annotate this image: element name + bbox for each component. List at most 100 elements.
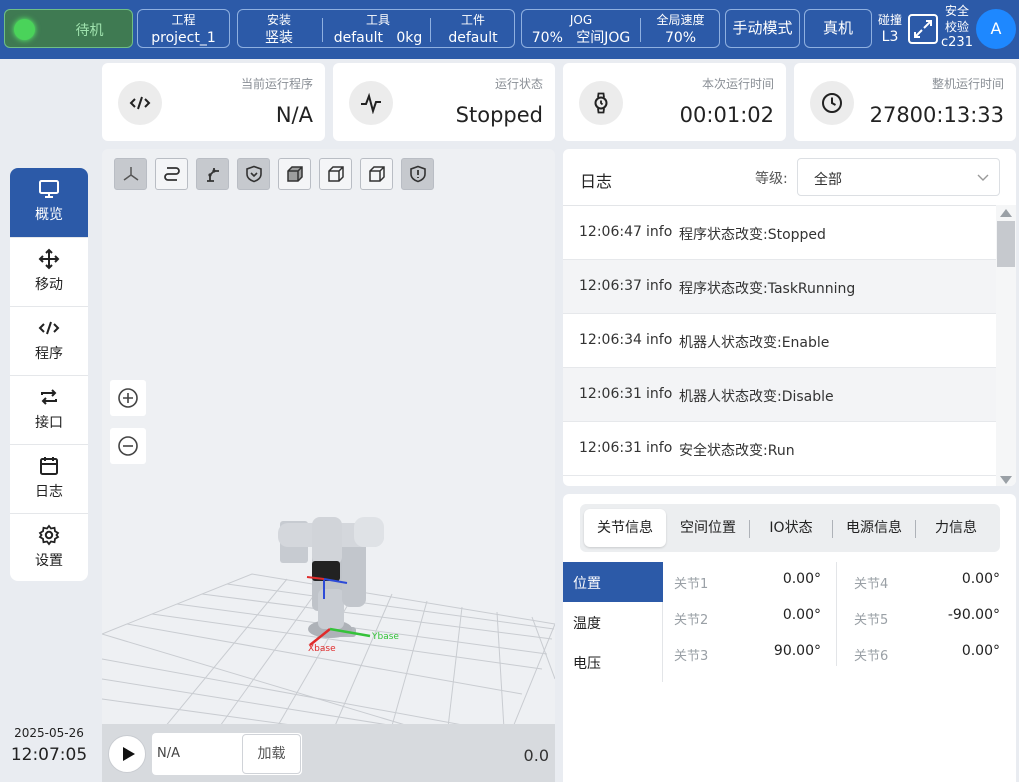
- sidebar-item-program[interactable]: 程序: [10, 306, 88, 375]
- tab-joint-info[interactable]: 关节信息: [584, 509, 666, 547]
- run-state-card: 运行状态 Stopped: [333, 63, 555, 141]
- code-icon: [118, 81, 162, 125]
- log-row[interactable]: 12:06:37 info 程序状态改变:TaskRunning: [563, 260, 996, 314]
- sidebar-nav: 概览 移动 程序 接口 日志 设置: [10, 168, 88, 581]
- log-message: 机器人状态改变:Enable: [679, 335, 830, 351]
- log-time: 12:06:31: [579, 440, 642, 456]
- joint-value: 0.00°: [782, 571, 821, 587]
- log-level-label: 等级:: [755, 171, 788, 187]
- install-label: 安装: [266, 13, 291, 27]
- tab-space-position[interactable]: 空间位置: [668, 509, 748, 547]
- card-label: 本次运行时间: [701, 77, 774, 91]
- robot-3d-viewport[interactable]: Xbase Ybase N/A 加载 0.0: [102, 149, 555, 782]
- safety-value: c231: [941, 35, 973, 50]
- tool-weight: 0kg: [396, 30, 423, 46]
- joint-label: 关节3: [674, 649, 709, 664]
- log-title: 日志: [580, 172, 613, 191]
- card-value: N/A: [275, 103, 313, 127]
- scroll-down-icon[interactable]: [1000, 476, 1012, 484]
- log-time: 12:06:34: [579, 332, 642, 348]
- joint-value: -90.00°: [947, 607, 1000, 623]
- jog-speed: 70%: [531, 30, 563, 46]
- program-name-value: N/A: [157, 746, 180, 761]
- card-label: 整机运行时间: [931, 77, 1004, 91]
- scroll-up-icon[interactable]: [1000, 209, 1012, 217]
- subnav-label: 位置: [573, 576, 601, 592]
- joint-subnav: 位置 温度 电压: [563, 562, 663, 682]
- joint-6: 关节6 0.00°: [854, 634, 1000, 670]
- play-icon: [123, 747, 135, 761]
- collision-level[interactable]: 碰撞 L3: [876, 12, 904, 46]
- collision-label: 碰撞: [877, 13, 902, 27]
- y-axis-label: Ybase: [371, 632, 399, 642]
- sidebar-item-overview[interactable]: 概览: [10, 168, 88, 237]
- play-button[interactable]: [108, 735, 146, 773]
- safety-line2: 校验: [944, 20, 969, 34]
- sidebar-item-label: 概览: [35, 207, 63, 223]
- joint-2: 关节2 0.00°: [674, 598, 821, 634]
- joint-3: 关节3 90.00°: [674, 634, 821, 670]
- log-scrollbar[interactable]: [996, 205, 1016, 486]
- joint-label: 关节1: [674, 577, 709, 592]
- joint-value: 0.00°: [961, 571, 1000, 587]
- log-row[interactable]: 12:06:47 info 程序状态改变:Stopped: [563, 206, 996, 260]
- user-avatar[interactable]: A: [976, 9, 1016, 49]
- tab-force-info[interactable]: 力信息: [916, 509, 996, 547]
- log-list[interactable]: 12:06:47 info 程序状态改变:Stopped 12:06:37 in…: [563, 205, 996, 486]
- log-level: info: [646, 224, 673, 240]
- robot-status-indicator[interactable]: 待机: [4, 9, 133, 48]
- calendar-icon: [40, 457, 58, 475]
- tab-power-info[interactable]: 电源信息: [833, 509, 915, 547]
- real-machine-button[interactable]: 真机: [804, 9, 872, 48]
- scroll-thumb[interactable]: [997, 221, 1015, 267]
- global-speed-value: 70%: [664, 30, 697, 46]
- info-tabs: 关节信息 空间位置 IO状态 电源信息 力信息: [580, 504, 1000, 552]
- project-selector[interactable]: 工程 project_1: [137, 9, 230, 48]
- log-level: info: [646, 386, 673, 402]
- speed-group[interactable]: JOG 70% 空间JOG 全局速度 70%: [521, 9, 720, 48]
- divider: [430, 18, 431, 42]
- chevron-down-icon: [977, 174, 989, 181]
- robot-scene: Xbase Ybase: [102, 517, 555, 780]
- card-value: 00:01:02: [679, 103, 774, 127]
- log-panel: 日志 等级: 全部 12:06:47 info 程序状态改变:Stopped 1…: [563, 149, 1016, 486]
- joint-label: 关节5: [854, 613, 889, 628]
- safety-checksum: 安全 校验 c231: [940, 3, 974, 51]
- log-row[interactable]: 12:06:31 info 安全状态改变:Run: [563, 422, 996, 476]
- session-runtime-card: 本次运行时间 00:01:02: [563, 63, 786, 141]
- log-level-select[interactable]: 全部: [797, 158, 1000, 196]
- workpiece-label: 工件: [460, 13, 485, 27]
- current-time: 12:07:05: [10, 745, 88, 765]
- tab-io-status[interactable]: IO状态: [750, 509, 832, 547]
- subnav-temperature[interactable]: 温度: [563, 602, 663, 642]
- load-button[interactable]: 加载: [242, 734, 301, 774]
- log-row[interactable]: 12:06:34 info 机器人状态改变:Enable: [563, 314, 996, 368]
- sidebar-item-log[interactable]: 日志: [10, 444, 88, 513]
- log-level: info: [646, 440, 673, 456]
- install-tool-workpiece-group[interactable]: 安装 竖装 工具 default 0kg 工件 default: [237, 9, 515, 48]
- log-row[interactable]: 12:06:31 info 机器人状态改变:Disable: [563, 368, 996, 422]
- divider: [640, 18, 641, 42]
- install-value: 竖装: [265, 30, 293, 46]
- progress-value: 0.0: [523, 746, 549, 765]
- sidebar-item-interface[interactable]: 接口: [10, 375, 88, 444]
- monitor-icon: [39, 180, 59, 198]
- fullscreen-icon[interactable]: [908, 14, 938, 44]
- subnav-position[interactable]: 位置: [563, 562, 663, 602]
- subnav-voltage[interactable]: 电压: [563, 642, 663, 682]
- divider: [836, 562, 837, 666]
- global-speed-label: 全局速度: [656, 13, 705, 27]
- joint-4: 关节4 0.00°: [854, 562, 1000, 598]
- robot-status-text: 待机: [75, 23, 104, 39]
- sidebar-item-settings[interactable]: 设置: [10, 513, 88, 581]
- joint-value: 0.00°: [961, 643, 1000, 659]
- total-runtime-card: 整机运行时间 27800:13:33: [794, 63, 1016, 141]
- card-label: 当前运行程序: [240, 77, 313, 91]
- joint-value: 90.00°: [773, 643, 821, 659]
- sidebar-item-label: 移动: [35, 277, 63, 293]
- sidebar-item-move[interactable]: 移动: [10, 237, 88, 306]
- pulse-icon: [349, 81, 393, 125]
- joint-label: 关节4: [854, 577, 889, 592]
- manual-mode-button[interactable]: 手动模式: [725, 9, 800, 48]
- sidebar-item-label: 程序: [35, 346, 63, 362]
